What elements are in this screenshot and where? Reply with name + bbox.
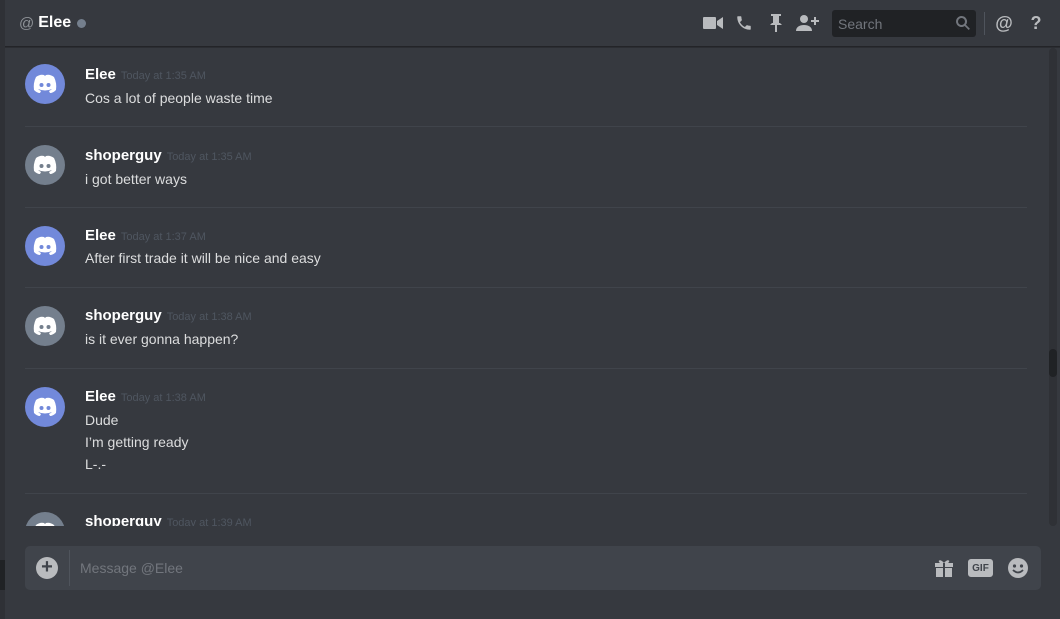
message-header: Elee Today at 1:38 AM (85, 388, 206, 405)
gif-icon[interactable]: GIF (968, 559, 993, 577)
avatar[interactable] (25, 387, 65, 427)
emoji-icon[interactable] (1007, 557, 1029, 579)
message-header: shoperguy Today at 1:38 AM (85, 307, 252, 324)
timestamp: Today at 1:37 AM (120, 231, 206, 243)
message-input[interactable] (80, 546, 920, 590)
message-text: L-.- (85, 456, 106, 472)
avatar[interactable] (25, 306, 65, 346)
status-indicator (77, 19, 87, 28)
message-list: Elee Today at 1:35 AM Cos a lot of peopl… (5, 48, 1045, 526)
avatar[interactable] (25, 64, 65, 104)
username[interactable]: shoperguy (85, 513, 162, 526)
message-text: Dude (85, 412, 119, 428)
message-divider (25, 207, 1027, 208)
channel-name: Elee (38, 14, 72, 31)
avatar[interactable] (25, 226, 65, 266)
scrollbar-track[interactable] (1049, 48, 1057, 526)
avatar[interactable] (25, 145, 65, 185)
plus-icon: + (41, 556, 53, 578)
message-composer: + GIF (25, 546, 1041, 590)
message-header: shoperguy Today at 1:35 AM (85, 147, 252, 164)
username[interactable]: Elee (85, 388, 116, 405)
message-text: I’m getting ready (85, 434, 189, 450)
message-divider (25, 368, 1027, 369)
discord-dm-window: @ Elee @ ? (0, 0, 1060, 619)
message-header: shoperguy Today at 1:39 AM (85, 513, 252, 526)
message-header: Elee Today at 1:35 AM (85, 66, 206, 83)
username[interactable]: shoperguy (85, 307, 162, 324)
dm-at-symbol: @ (19, 14, 35, 32)
composer-divider (69, 550, 70, 586)
username[interactable]: shoperguy (85, 147, 162, 164)
mention-icon[interactable]: @ (993, 12, 1015, 34)
message-text: i got better ways (85, 171, 187, 187)
timestamp: Today at 1:38 AM (120, 392, 206, 404)
video-call-icon[interactable] (702, 12, 724, 34)
message-divider (25, 126, 1027, 127)
username[interactable]: Elee (85, 66, 116, 83)
pin-icon[interactable] (765, 12, 787, 34)
search-icon (955, 15, 971, 31)
left-edge-handle (0, 560, 5, 590)
gift-icon[interactable] (933, 557, 955, 579)
message-divider (25, 493, 1027, 494)
avatar[interactable] (25, 512, 65, 526)
timestamp: Today at 1:35 AM (166, 151, 252, 163)
search-box[interactable] (832, 10, 976, 37)
message-header: Elee Today at 1:37 AM (85, 227, 206, 244)
scrollbar-thumb[interactable] (1049, 349, 1057, 377)
search-input[interactable] (832, 10, 952, 37)
message-text: Cos a lot of people waste time (85, 90, 273, 106)
header-divider (984, 12, 985, 35)
message-divider (25, 287, 1027, 288)
timestamp: Today at 1:38 AM (166, 311, 252, 323)
username[interactable]: Elee (85, 227, 116, 244)
upload-button[interactable]: + (36, 557, 58, 579)
channel-header: @ Elee @ ? (5, 0, 1060, 47)
voice-call-icon[interactable] (733, 12, 755, 34)
message-text: is it ever gonna happen? (85, 331, 239, 347)
timestamp: Today at 1:35 AM (120, 70, 206, 82)
add-friend-icon[interactable] (795, 12, 821, 34)
timestamp: Today at 1:39 AM (166, 517, 252, 526)
help-icon[interactable]: ? (1025, 12, 1047, 34)
message-text: After first trade it will be nice and ea… (85, 250, 321, 266)
